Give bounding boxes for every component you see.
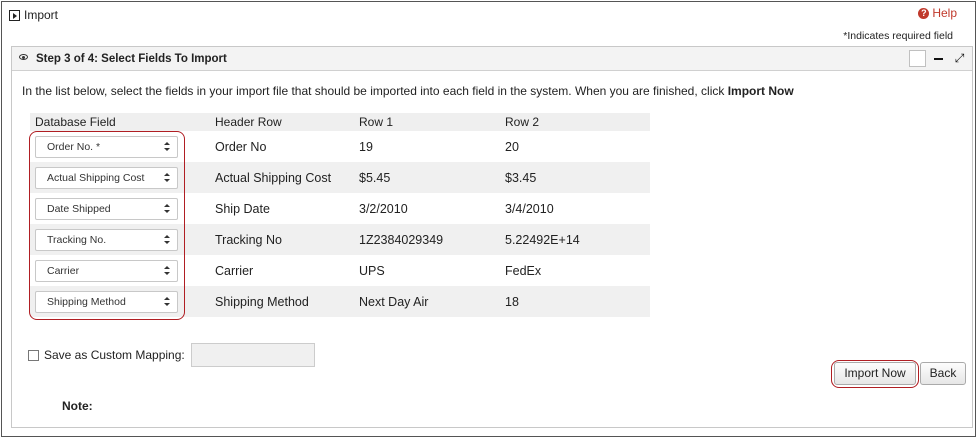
eye-icon (19, 54, 28, 60)
header-cell: Ship Date (215, 201, 270, 216)
help-label: Help (932, 6, 957, 20)
header-cell: Carrier (215, 263, 254, 278)
custom-mapping-name-input[interactable] (190, 343, 315, 367)
instructions: In the list below, select the fields in … (22, 84, 794, 98)
custom-mapping-row: Save as Custom Mapping: (28, 343, 315, 367)
header-cell: Actual Shipping Cost (215, 170, 332, 185)
database-field-highlight (29, 131, 185, 320)
custom-mapping-label: Save as Custom Mapping: (44, 348, 185, 362)
help-link[interactable]: ? Help (918, 6, 957, 20)
header-cell: Order No (215, 139, 267, 154)
instructions-bold: Import Now (727, 84, 794, 98)
row1-cell: 19 (359, 139, 373, 154)
header-row-2: Row 2 (505, 115, 540, 129)
row1-cell: $5.45 (359, 170, 391, 185)
row1-cell: Next Day Air (359, 294, 429, 309)
row2-cell: 3/4/2010 (505, 201, 554, 216)
question-icon: ? (918, 7, 930, 19)
row2-cell: 20 (505, 139, 519, 154)
back-button[interactable]: Back (920, 362, 966, 385)
window-header: Import ? Help (2, 2, 975, 26)
header-cell: Tracking No (215, 232, 282, 247)
row1-cell: 3/2/2010 (359, 201, 408, 216)
panel-header: Step 3 of 4: Select Fields To Import ⤢ (12, 47, 972, 71)
instructions-text: In the list below, select the fields in … (22, 84, 728, 98)
step-panel: Step 3 of 4: Select Fields To Import ⤢ I… (11, 46, 973, 428)
required-field-note: *Indicates required field (843, 30, 953, 42)
panel-blank-button[interactable] (909, 50, 926, 67)
save-custom-mapping-checkbox[interactable] (28, 349, 39, 361)
header-database-field: Database Field (35, 115, 116, 129)
row1-cell: 1Z2384029349 (359, 232, 444, 247)
note-label: Note: (62, 399, 93, 413)
import-window: Import ? Help *Indicates required field … (1, 1, 976, 437)
header-cell: Shipping Method (215, 294, 309, 309)
row2-cell: $3.45 (505, 170, 537, 185)
window-title: Import (24, 8, 59, 22)
header-row-1: Row 1 (359, 115, 394, 129)
expand-icon[interactable]: ⤢ (951, 50, 968, 67)
panel-title: Step 3 of 4: Select Fields To Import (36, 53, 227, 65)
table-header: Database Field Header Row Row 1 Row 2 (30, 113, 650, 131)
play-box-icon (9, 10, 20, 21)
row2-cell: 5.22492E+14 (505, 232, 580, 247)
header-header-row: Header Row (215, 115, 282, 129)
minimize-icon[interactable] (930, 50, 947, 67)
import-now-highlight (831, 360, 919, 388)
row2-cell: 18 (505, 294, 519, 309)
row2-cell: FedEx (505, 263, 542, 278)
row1-cell: UPS (359, 263, 385, 278)
